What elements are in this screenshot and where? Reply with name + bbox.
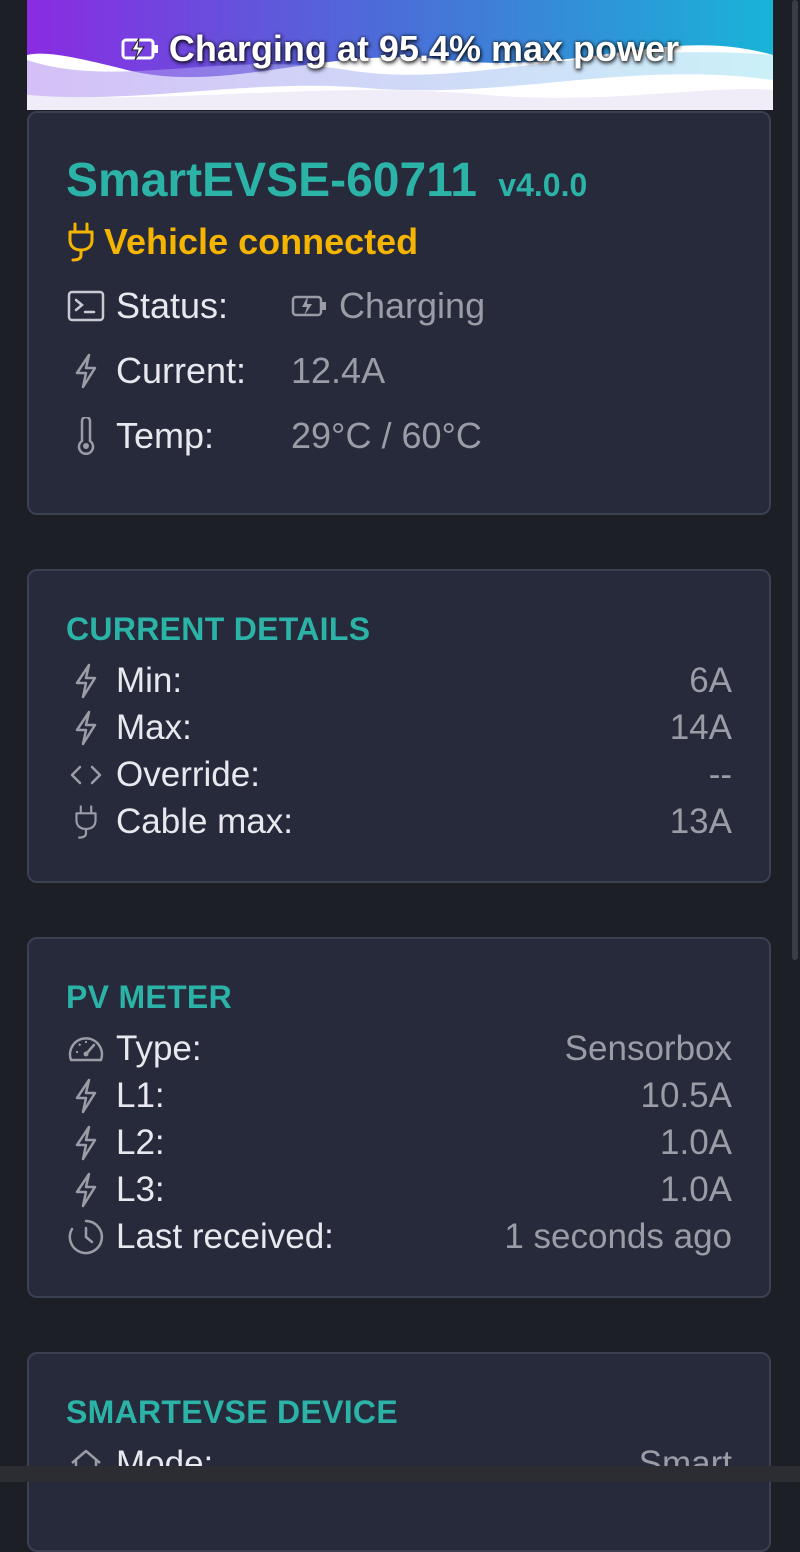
- l3-value: 1.0A: [660, 1170, 732, 1209]
- pv-meter-card: PV METER Type: Sensorbox L1: 10.5A L2: 1…: [27, 937, 771, 1298]
- max-value: 14A: [669, 708, 732, 747]
- status-value-text: Charging: [339, 285, 486, 326]
- type-label: Type:: [116, 1029, 202, 1068]
- bottom-bar: [0, 1466, 800, 1482]
- override-row: Override: --: [66, 753, 732, 797]
- l2-row: L2: 1.0A: [66, 1121, 732, 1165]
- temp-value: 29°C / 60°C: [291, 415, 482, 456]
- cable-max-value: 13A: [669, 802, 732, 841]
- l2-value: 1.0A: [660, 1123, 732, 1162]
- smartevse-device-card: SMARTEVSE DEVICE Mode: Smart: [27, 1352, 771, 1552]
- bolt-icon: [66, 1123, 106, 1163]
- bolt-icon: [66, 351, 106, 391]
- device-overview-card: SmartEVSE-60711 v4.0.0 Vehicle connected…: [27, 111, 771, 515]
- vehicle-status: Vehicle connected: [66, 221, 418, 263]
- l3-row: L3: 1.0A: [66, 1168, 732, 1212]
- override-value: --: [708, 755, 732, 794]
- last-received-row: Last received: 1 seconds ago: [66, 1215, 732, 1259]
- bolt-icon: [66, 1076, 106, 1116]
- last-received-label: Last received:: [116, 1217, 334, 1256]
- banner-text: Charging at 95.4% max power: [168, 28, 680, 69]
- plug-icon: [68, 222, 94, 262]
- speedometer-icon: [66, 1029, 106, 1069]
- banner-text-row: Charging at 95.4% max power: [27, 28, 773, 70]
- type-row: Type: Sensorbox: [66, 1027, 732, 1071]
- l1-value: 10.5A: [640, 1076, 732, 1115]
- code-icon: [66, 755, 106, 795]
- temp-label: Temp:: [116, 415, 215, 456]
- l1-label: L1:: [116, 1076, 165, 1115]
- current-details-title: CURRENT DETAILS: [66, 611, 371, 647]
- thermometer-icon: [66, 416, 106, 456]
- status-value: Charging: [291, 285, 485, 327]
- min-value: 6A: [689, 661, 732, 700]
- current-row: Current: 12.4A: [66, 350, 385, 392]
- pv-meter-title: PV METER: [66, 979, 232, 1015]
- bolt-icon: [66, 1170, 106, 1210]
- temp-row: Temp: 29°C / 60°C: [66, 415, 482, 457]
- current-details-card: CURRENT DETAILS Min: 6A Max: 14A Overrid…: [27, 569, 771, 883]
- min-label: Min:: [116, 661, 183, 700]
- vehicle-status-text: Vehicle connected: [104, 221, 419, 262]
- max-label: Max:: [116, 708, 192, 747]
- bolt-icon: [66, 708, 106, 748]
- status-row: Status: Charging: [66, 285, 485, 327]
- device-name: SmartEVSE-60711: [66, 154, 477, 207]
- page-scrollbar[interactable]: [792, 0, 798, 960]
- clock-icon: [66, 1217, 106, 1257]
- cable-max-row: Cable max: 13A: [66, 800, 732, 844]
- device-version: v4.0.0: [498, 167, 588, 203]
- l3-label: L3:: [116, 1170, 165, 1209]
- override-label: Override:: [116, 755, 260, 794]
- charging-battery-icon: [121, 37, 158, 61]
- last-received-value: 1 seconds ago: [504, 1217, 732, 1256]
- bolt-icon: [66, 661, 106, 701]
- current-value: 12.4A: [291, 350, 386, 391]
- status-label: Status:: [116, 285, 229, 326]
- max-row: Max: 14A: [66, 706, 732, 750]
- type-value: Sensorbox: [564, 1029, 732, 1068]
- l2-label: L2:: [116, 1123, 165, 1162]
- current-label: Current:: [116, 350, 247, 391]
- charging-battery-icon: [291, 295, 326, 317]
- smartevse-device-title: SMARTEVSE DEVICE: [66, 1394, 398, 1430]
- plug-icon: [66, 802, 106, 842]
- cable-max-label: Cable max:: [116, 802, 294, 841]
- l1-row: L1: 10.5A: [66, 1074, 732, 1118]
- terminal-icon: [66, 286, 106, 326]
- min-row: Min: 6A: [66, 659, 732, 703]
- charging-banner: Charging at 95.4% max power: [27, 0, 773, 110]
- device-title: SmartEVSE-60711 v4.0.0: [66, 153, 587, 208]
